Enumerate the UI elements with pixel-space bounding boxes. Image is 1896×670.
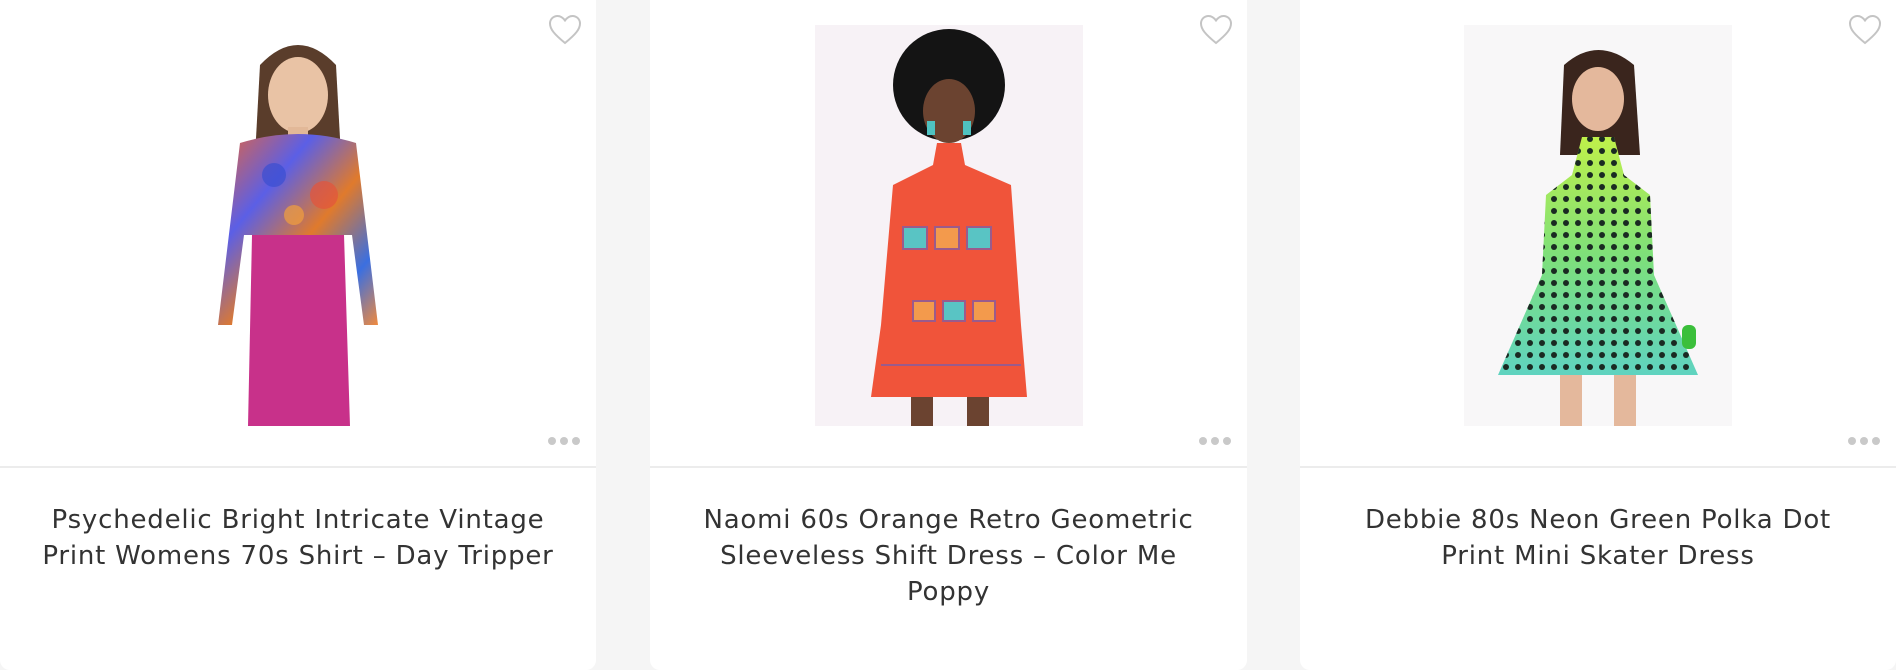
product-title[interactable]: Debbie 80s Neon Green Polka Dot Print Mi…: [1300, 468, 1896, 574]
wishlist-heart-icon[interactable]: [548, 14, 582, 46]
wishlist-heart-icon[interactable]: [1199, 14, 1233, 46]
product-image-area[interactable]: [1300, 0, 1896, 468]
product-photo[interactable]: [1464, 25, 1732, 426]
more-options-icon[interactable]: [1848, 436, 1880, 446]
wishlist-heart-icon[interactable]: [1848, 14, 1882, 46]
product-photo[interactable]: [814, 25, 1083, 426]
product-image-area[interactable]: [650, 0, 1247, 468]
product-grid: Psychedelic Bright Intricate Vintage Pri…: [0, 0, 1896, 670]
product-title[interactable]: Naomi 60s Orange Retro Geometric Sleevel…: [650, 468, 1247, 610]
product-photo[interactable]: [164, 25, 432, 426]
product-title[interactable]: Psychedelic Bright Intricate Vintage Pri…: [0, 468, 596, 574]
more-options-icon[interactable]: [1199, 436, 1231, 446]
more-options-icon[interactable]: [548, 436, 580, 446]
product-image-area[interactable]: [0, 0, 596, 468]
product-card[interactable]: Debbie 80s Neon Green Polka Dot Print Mi…: [1300, 0, 1896, 670]
product-card[interactable]: Naomi 60s Orange Retro Geometric Sleevel…: [650, 0, 1247, 670]
product-card[interactable]: Psychedelic Bright Intricate Vintage Pri…: [0, 0, 596, 670]
